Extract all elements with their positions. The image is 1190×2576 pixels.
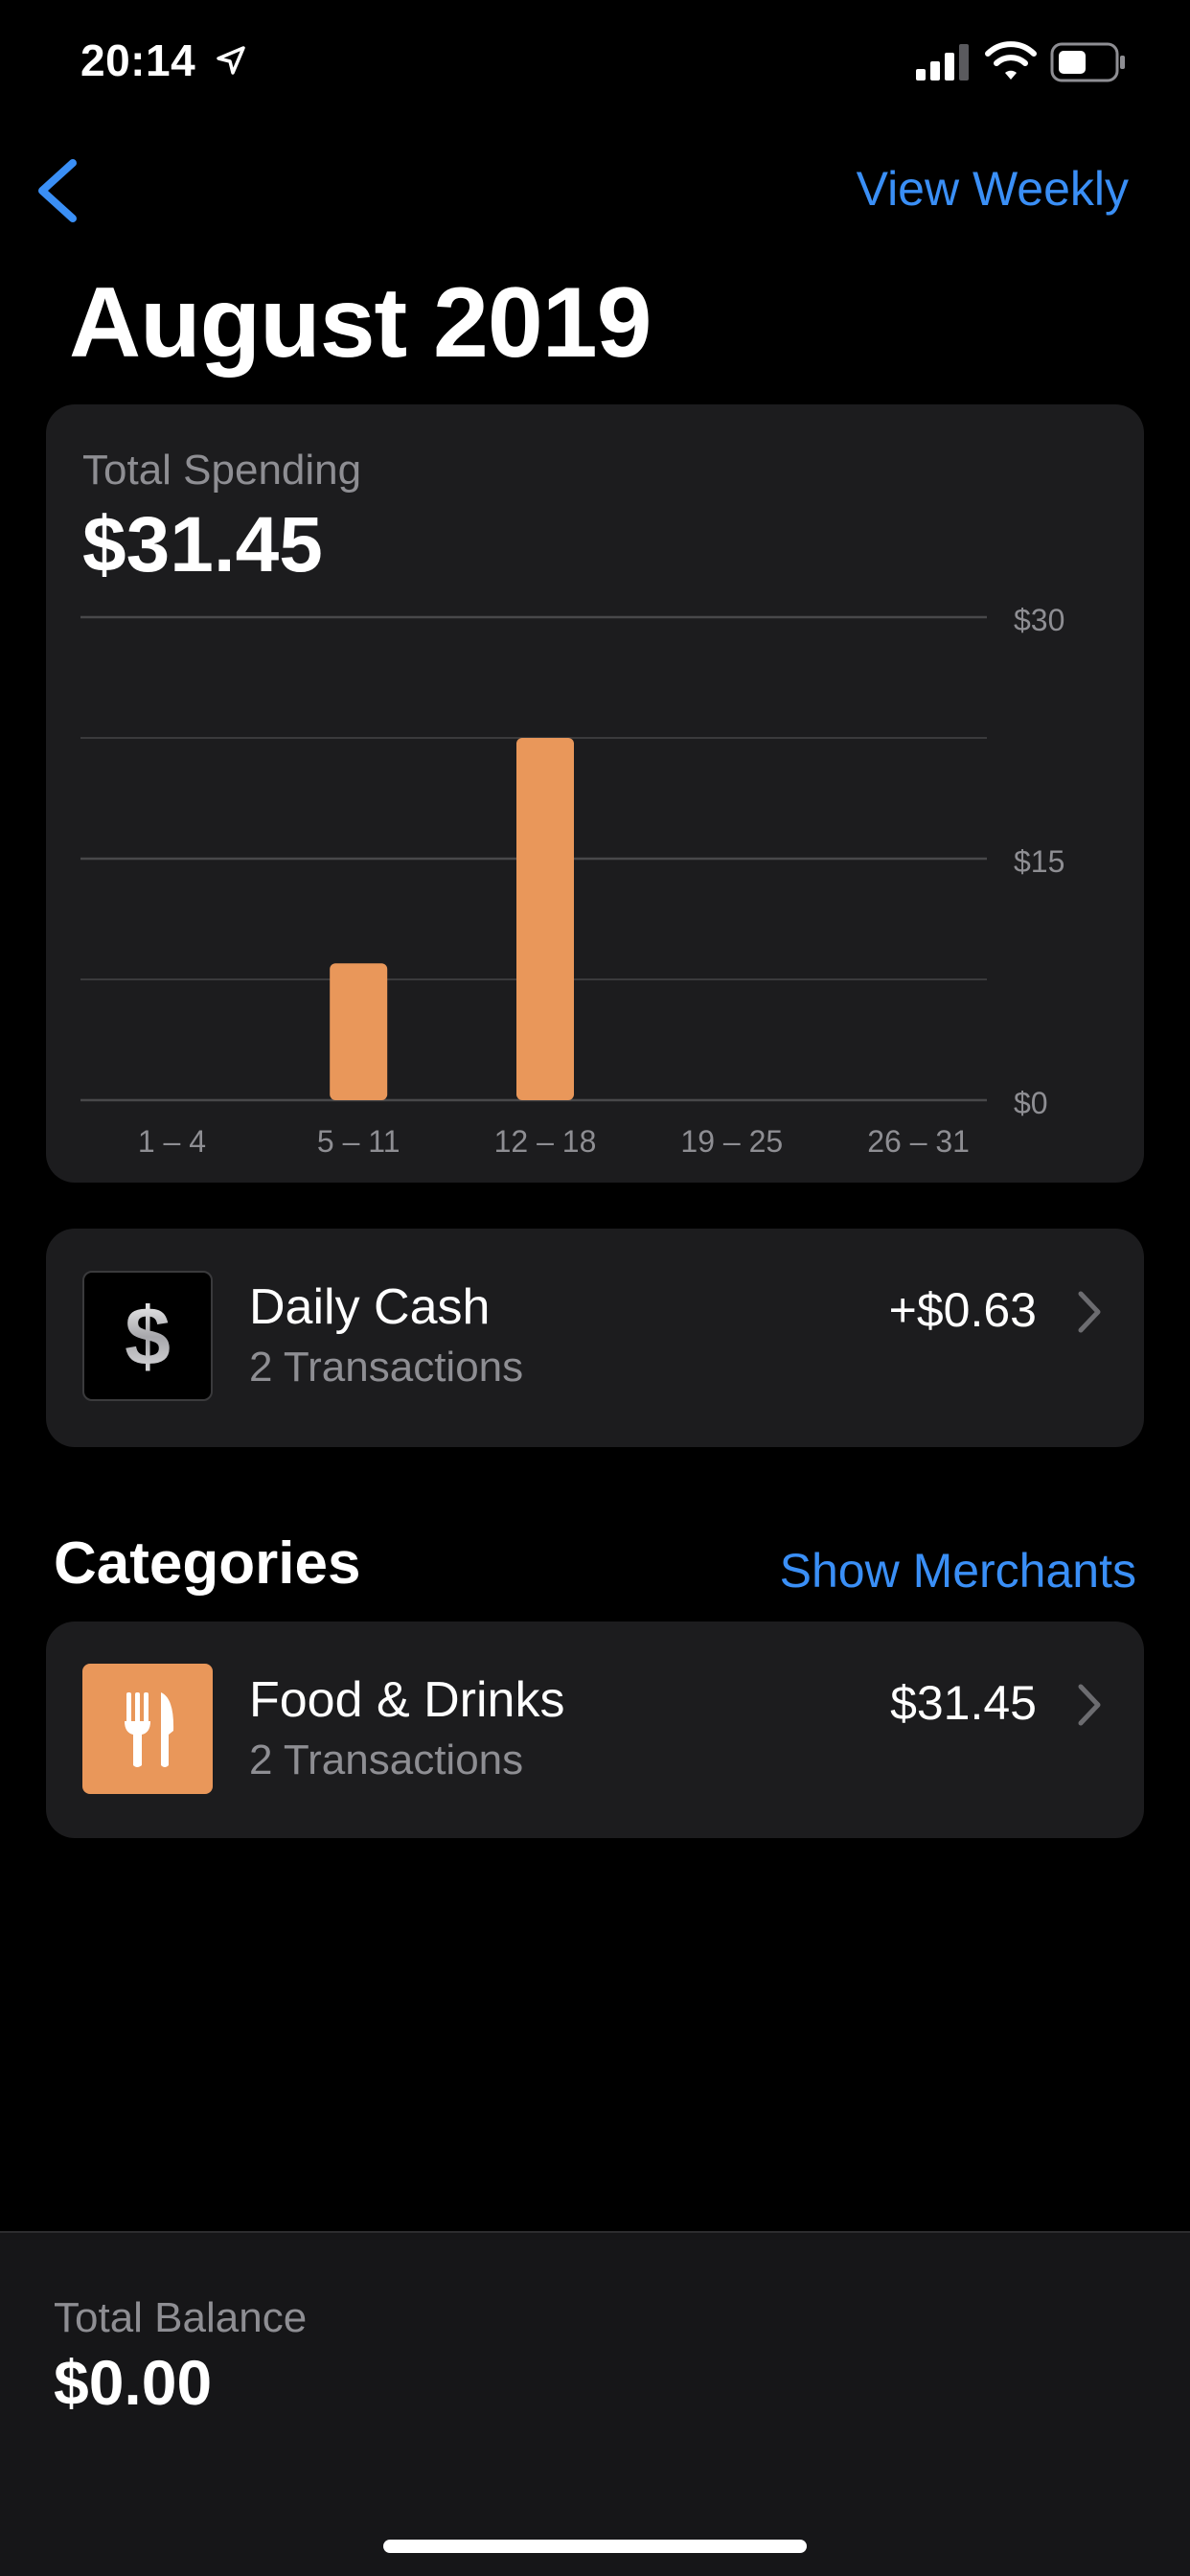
spending-bar-chart: $30 $15 $0 1 – 4 5 – 11 12 – 18 19 – 25 26 – 31 bbox=[80, 603, 1064, 1159]
back-button[interactable] bbox=[29, 155, 86, 226]
x-tick-label: 1 – 4 bbox=[138, 1124, 206, 1159]
total-balance-value: $0.00 bbox=[54, 2347, 213, 2418]
total-balance-panel: Total Balance $0.00 bbox=[0, 2231, 1190, 2576]
total-balance-label: Total Balance bbox=[54, 2294, 308, 2341]
bar bbox=[516, 738, 574, 1100]
daily-cash-row[interactable]: $ Daily Cash 2 Transactions +$0.63 bbox=[46, 1229, 1144, 1447]
daily-cash-amount: +$0.63 bbox=[888, 1283, 1037, 1337]
view-weekly-button[interactable]: View Weekly bbox=[857, 161, 1129, 217]
y-tick-label: $0 bbox=[1014, 1086, 1048, 1120]
category-row-food-drinks[interactable]: Food & Drinks 2 Transactions $31.45 bbox=[46, 1622, 1144, 1838]
y-tick-label: $30 bbox=[1014, 603, 1064, 637]
y-tick-label: $15 bbox=[1014, 844, 1064, 879]
total-spending-card: Total Spending $31.45 $30 $15 $0 1 – 45 – 1… bbox=[46, 404, 1144, 1183]
svg-text:$: $ bbox=[125, 1291, 171, 1383]
dollar-sign-icon: $ bbox=[125, 1291, 171, 1383]
x-tick-label: 12 – 18 bbox=[494, 1124, 597, 1159]
fork-knife-icon bbox=[125, 1692, 174, 1767]
cellular-signal-icon bbox=[916, 44, 969, 80]
wifi-icon bbox=[985, 41, 1037, 80]
location-arrow-icon bbox=[217, 46, 245, 75]
status-bar: 20:14 bbox=[0, 0, 1190, 134]
battery-icon bbox=[1050, 42, 1125, 82]
page-title: August 2019 bbox=[69, 267, 652, 379]
chevron-right-icon bbox=[1078, 1684, 1101, 1726]
food-drinks-tile bbox=[82, 1664, 213, 1794]
daily-cash-tile: $ bbox=[82, 1271, 213, 1401]
category-amount: $31.45 bbox=[890, 1676, 1037, 1730]
bar bbox=[330, 963, 388, 1100]
wallet-monthly-summary-screen: 20:14 View Weekly August 2019 Total Spen… bbox=[0, 0, 1190, 2576]
chevron-right-icon bbox=[1078, 1291, 1101, 1333]
status-time: 20:14 bbox=[80, 35, 196, 85]
x-tick-label: 19 – 25 bbox=[680, 1124, 783, 1159]
categories-heading: Categories bbox=[54, 1530, 361, 1597]
daily-cash-title: Daily Cash bbox=[249, 1279, 491, 1335]
x-tick-label: 5 – 11 bbox=[317, 1124, 400, 1159]
x-tick-label: 26 – 31 bbox=[867, 1124, 970, 1159]
category-transactions: 2 Transactions bbox=[249, 1736, 524, 1783]
daily-cash-transactions: 2 Transactions bbox=[249, 1344, 524, 1391]
show-merchants-button[interactable]: Show Merchants bbox=[780, 1543, 1136, 1598]
home-indicator[interactable] bbox=[383, 2540, 807, 2553]
category-title: Food & Drinks bbox=[249, 1672, 565, 1728]
